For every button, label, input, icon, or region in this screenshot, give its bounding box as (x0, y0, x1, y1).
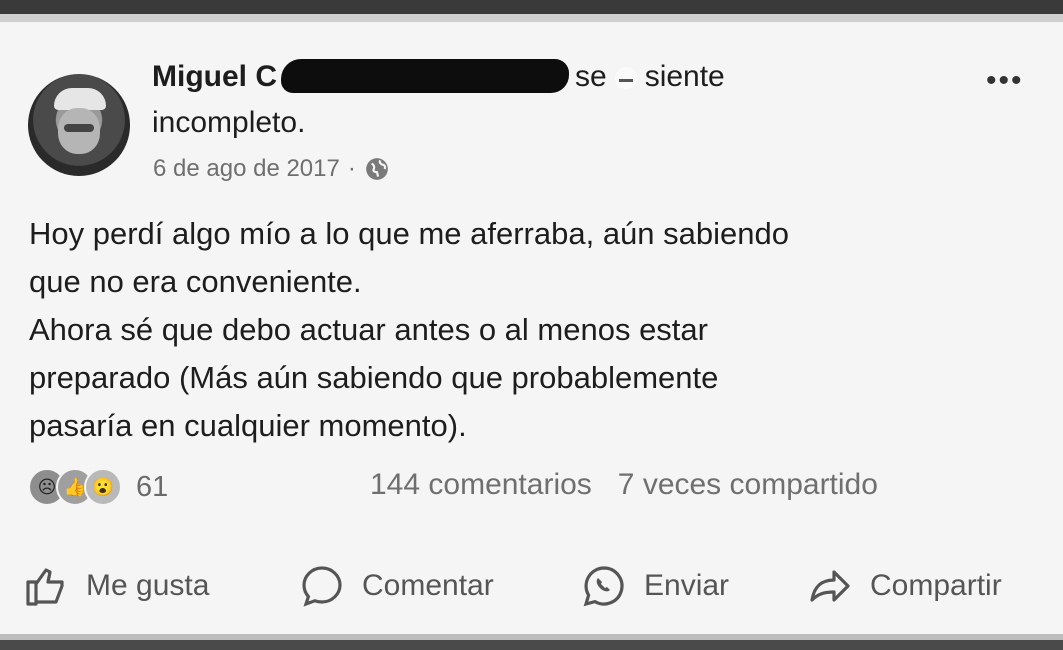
avatar-eyes (64, 124, 94, 132)
photo-border-bottom (0, 634, 1063, 650)
post-date[interactable]: 6 de ago de 2017 (153, 155, 340, 183)
feeling-text: incompleto. (152, 106, 306, 139)
post-meta: 6 de ago de 2017 · (153, 155, 390, 183)
redaction-mark (281, 59, 569, 93)
photo-border-top (0, 0, 1063, 22)
more-options-icon[interactable]: ••• (986, 64, 1024, 98)
post-body: Hoy perdí algo mío a lo que me aferraba,… (29, 210, 1029, 450)
send-label: Enviar (644, 569, 730, 602)
reaction-count: 61 (136, 470, 169, 503)
comment-bubble-icon (302, 566, 342, 607)
post-stats: 144 comentarios 7 veces compartido (370, 468, 878, 502)
share-label: Compartir (870, 569, 1002, 602)
share-button[interactable]: Compartir (806, 562, 1002, 610)
author-name[interactable]: Miguel C (152, 60, 277, 93)
comment-label: Comentar (362, 569, 494, 602)
send-button[interactable]: Enviar (580, 562, 729, 610)
wow-reaction-icon: 😮 (84, 468, 122, 506)
feeling-verb-continued: siente (644, 60, 725, 93)
like-button[interactable]: Me gusta (22, 562, 209, 610)
avatar-cap (54, 88, 106, 110)
post-header: Miguel C se siente incompleto. (152, 54, 912, 146)
shares-count[interactable]: 7 veces compartido (618, 468, 878, 502)
post-line: pasaría en cualquier momento). (29, 408, 467, 443)
feeling-emoji-icon (614, 67, 637, 89)
feeling-verb: se (575, 60, 607, 93)
whatsapp-icon (583, 566, 624, 607)
meta-separator: · (347, 155, 356, 182)
comment-button[interactable]: Comentar (298, 562, 494, 610)
share-arrow-icon (810, 570, 850, 602)
author-avatar[interactable] (28, 74, 130, 176)
like-label: Me gusta (86, 569, 210, 602)
post-line: que no era conveniente. (29, 264, 362, 299)
comments-count[interactable]: 144 comentarios (370, 468, 592, 502)
post-line: Ahora sé que debo actuar antes o al meno… (29, 312, 708, 347)
post-actions: Me gusta Comentar Enviar Compartir (0, 558, 1063, 614)
thumbs-up-icon (26, 568, 64, 606)
post-line: Hoy perdí algo mío a lo que me aferraba,… (29, 216, 789, 251)
post-line: preparado (Más aún sabiendo que probable… (29, 360, 719, 395)
globe-icon (366, 158, 388, 180)
reaction-summary[interactable]: ☹ 👍 😮 61 (28, 468, 168, 506)
